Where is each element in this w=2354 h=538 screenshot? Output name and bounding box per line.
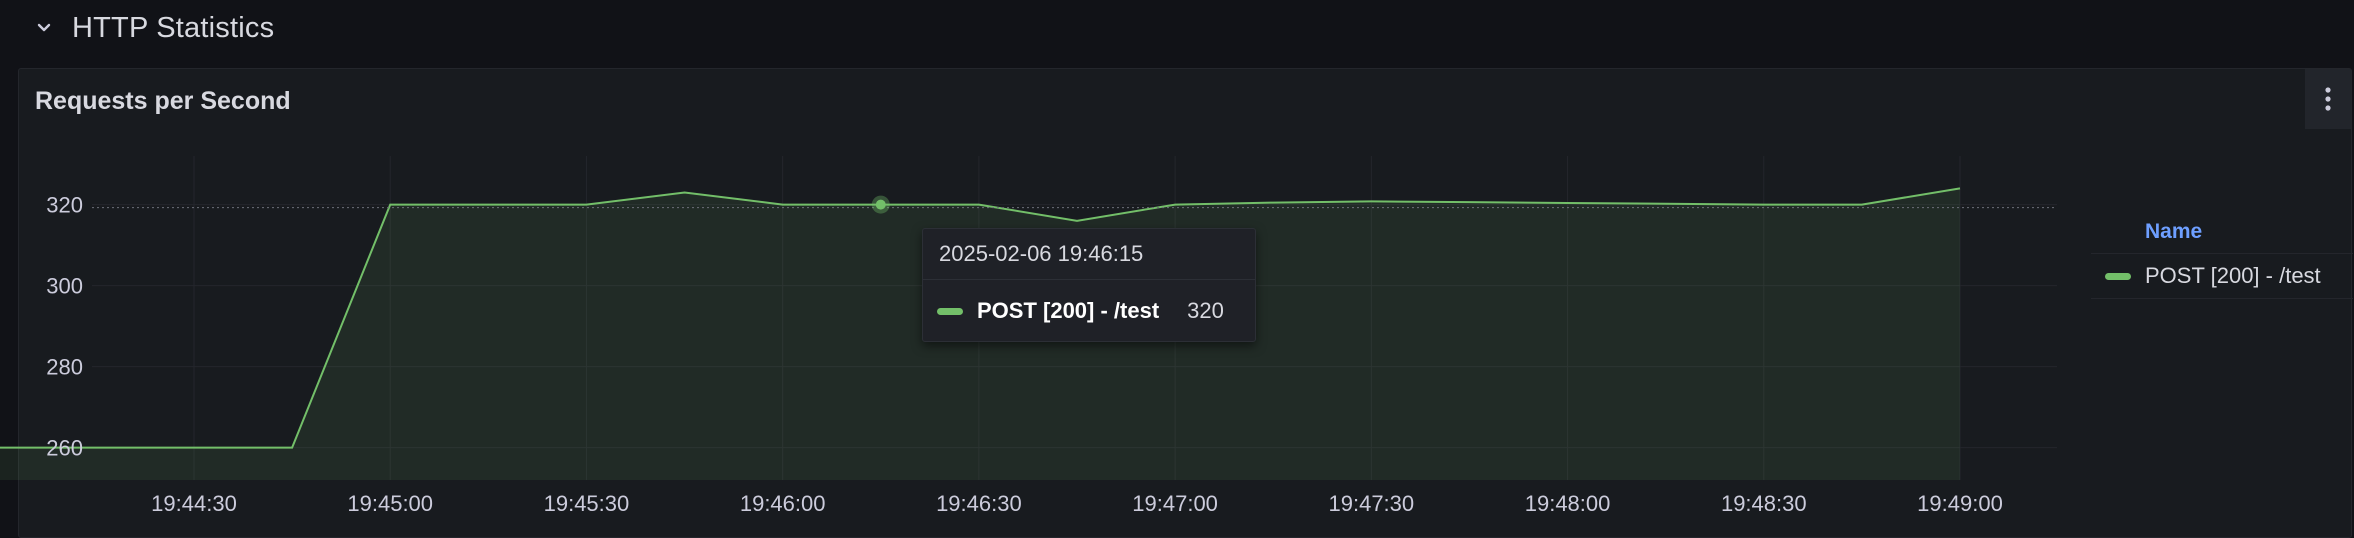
- x-tick-label: 19:47:00: [1132, 491, 1218, 516]
- tooltip-series-row: POST [200] - /test 320: [923, 280, 1255, 342]
- y-tick-label: 280: [46, 355, 83, 380]
- y-tick-label: 320: [46, 193, 83, 218]
- y-tick-label: 300: [46, 274, 83, 299]
- x-tick-label: 19:48:30: [1721, 491, 1807, 516]
- x-tick-label: 19:44:30: [151, 491, 237, 516]
- x-tick-label: 19:46:00: [740, 491, 826, 516]
- x-tick-label: 19:48:00: [1525, 491, 1611, 516]
- tooltip-series-label: POST [200] - /test: [977, 298, 1160, 323]
- x-tick-label: 19:46:30: [936, 491, 1022, 516]
- x-tick-label: 19:49:00: [1917, 491, 2003, 516]
- series-color-swatch: [937, 307, 963, 315]
- hover-point: [875, 199, 886, 210]
- chart-tooltip: 2025-02-06 19:46:15 POST [200] - /test 3…: [922, 228, 1256, 342]
- x-tick-label: 19:45:00: [347, 491, 433, 516]
- tooltip-value: 320: [1187, 298, 1224, 323]
- y-tick-label: 260: [46, 436, 83, 461]
- x-tick-label: 19:47:30: [1329, 491, 1415, 516]
- x-tick-label: 19:45:30: [544, 491, 630, 516]
- tooltip-timestamp: 2025-02-06 19:46:15: [923, 229, 1255, 280]
